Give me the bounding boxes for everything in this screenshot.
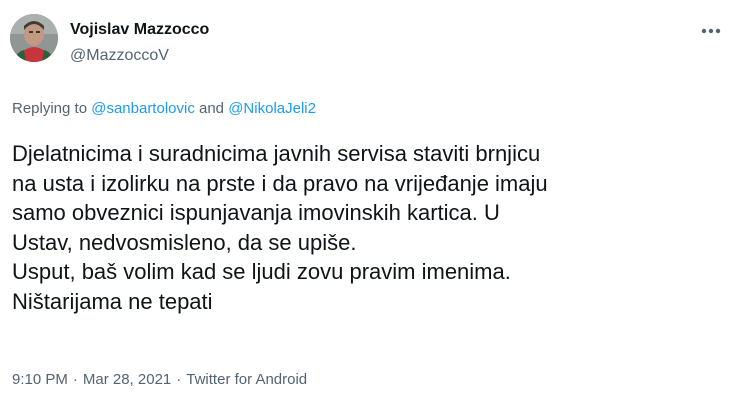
meta-separator: · xyxy=(176,371,182,388)
more-options-button[interactable] xyxy=(698,18,724,44)
tweet-time[interactable]: 9:10 PM xyxy=(12,371,68,388)
author-display-name[interactable]: Vojislav Mazzocco xyxy=(70,20,209,40)
more-options-icon xyxy=(701,28,721,34)
mention-sanbartolovic[interactable]: @sanbartolovic xyxy=(91,100,195,117)
avatar[interactable] xyxy=(10,14,58,62)
author-handle[interactable]: @MazzoccoV xyxy=(70,46,169,66)
avatar-photo xyxy=(10,14,58,62)
replying-to-label: Replying to xyxy=(12,100,92,117)
meta-separator: · xyxy=(72,371,78,388)
tweet-source[interactable]: Twitter for Android xyxy=(186,371,307,388)
replying-joiner: and xyxy=(194,100,229,117)
mention-nikolajeli2[interactable]: @NikolaJeli2 xyxy=(228,100,316,117)
tweet-text: Djelatnicima i suradnicima javnih servis… xyxy=(12,141,548,314)
tweet-meta: 9:10 PM · Mar 28, 2021 · Twitter for Android xyxy=(12,370,307,390)
replying-to-line: Replying to @sanbartolovic and @NikolaJe… xyxy=(12,99,316,119)
tweet-date[interactable]: Mar 28, 2021 xyxy=(83,371,171,388)
